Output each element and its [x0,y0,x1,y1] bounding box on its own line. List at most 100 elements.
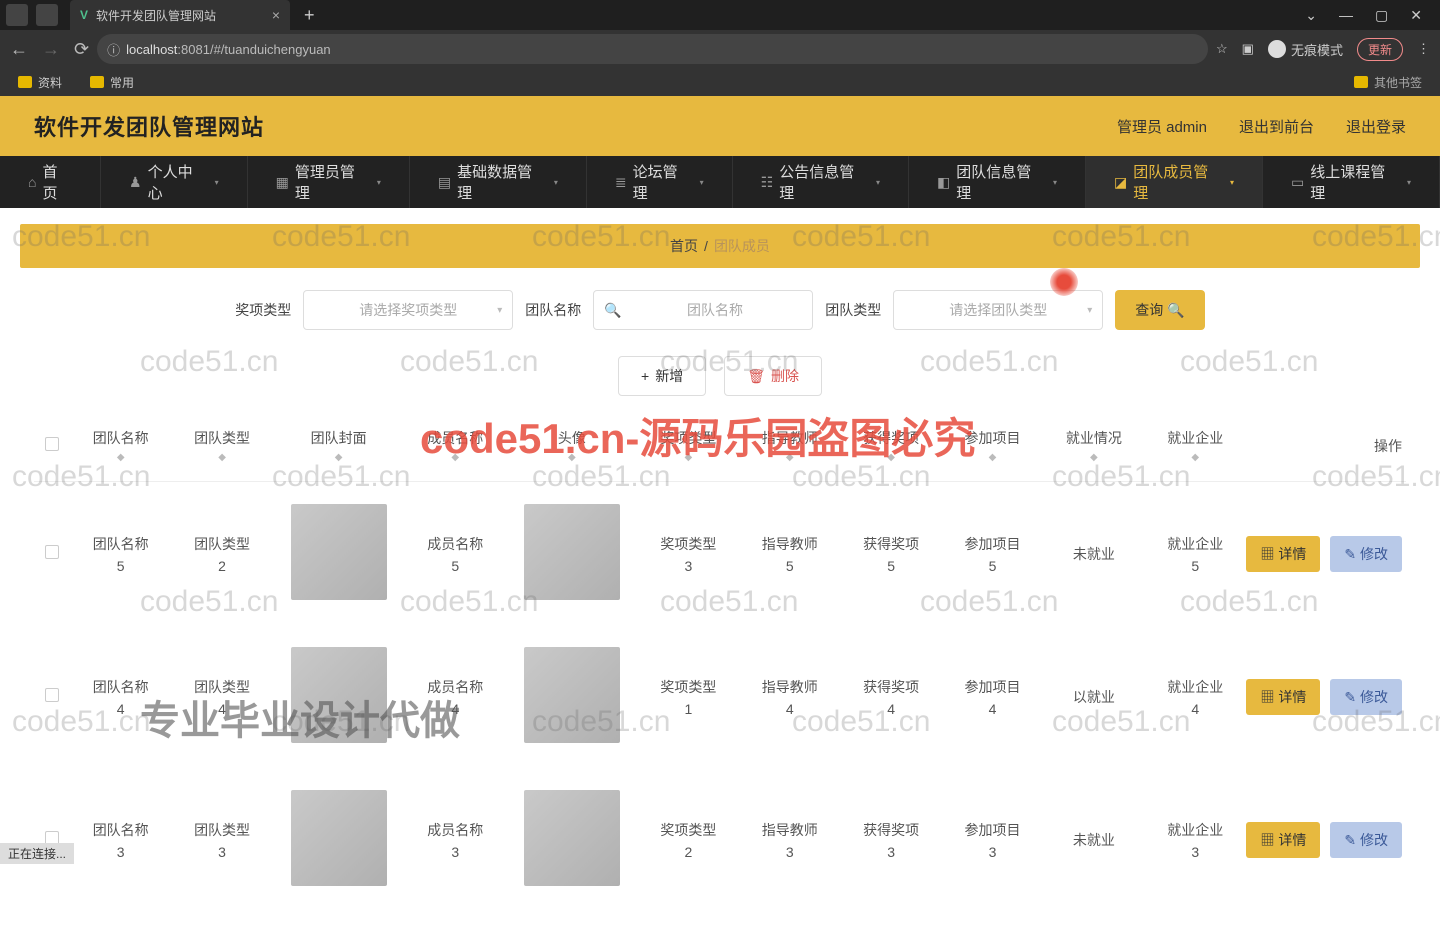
search-icon: 🔍 [604,302,621,319]
forward-icon[interactable]: → [42,39,60,60]
sort-icon[interactable]: ◆ [786,452,794,463]
select-award-type[interactable]: 请选择奖项类型▾ [303,290,513,330]
sort-icon[interactable]: ◆ [887,452,895,463]
admin-icon: ▦ [276,174,289,191]
site-info-icon[interactable]: ⓘ [107,40,120,59]
row-checkbox[interactable] [45,688,59,702]
cursor-highlight [1050,268,1078,296]
caret-icon: ▾ [700,178,704,187]
sort-icon[interactable]: ◆ [1090,452,1098,463]
close-window-icon[interactable]: ✕ [1410,7,1422,24]
bookmark-folder[interactable]: 资料 [18,74,62,91]
user-icon: ♟ [129,174,142,191]
edit-button[interactable]: ✎ 修改 [1330,536,1402,572]
back-icon[interactable]: ← [10,39,28,60]
breadcrumb: 首页 / 团队成员 [20,224,1420,268]
update-button[interactable]: 更新 [1357,38,1403,61]
filter-bar: 奖项类型 请选择奖项类型▾ 团队名称 🔍团队名称 团队类型 请选择团队类型▾ 查… [0,284,1440,342]
folder-icon [90,76,104,88]
folder-icon [1354,76,1368,88]
filter-label-award: 奖项类型 [235,300,291,320]
filter-label-team: 团队名称 [525,300,581,320]
chevron-down-icon: ▾ [1087,305,1092,316]
team-icon: ◧ [937,174,950,191]
nav-course[interactable]: ▭线上课程管理▾ [1263,156,1440,208]
team-cover-thumb [291,647,387,743]
star-icon[interactable]: ☆ [1216,41,1228,57]
avatar-thumb [524,504,620,600]
nav-announce[interactable]: ☷公告信息管理▾ [733,156,909,208]
sort-icon[interactable]: ◆ [568,452,576,463]
sort-icon[interactable]: ◆ [218,452,226,463]
minimize-icon[interactable]: — [1339,7,1353,24]
search-icon: 🔍 [1167,302,1184,319]
caret-icon: ▾ [876,178,880,187]
detail-button[interactable]: ▦ 详情 [1246,679,1320,715]
nav-admin[interactable]: ▦管理员管理▾ [248,156,410,208]
top-nav: ⌂首页 ♟个人中心▾ ▦管理员管理▾ ▤基础数据管理▾ ≣论坛管理▾ ☷公告信息… [0,156,1440,208]
caret-icon: ▾ [1053,178,1057,187]
nav-teaminfo[interactable]: ◧团队信息管理▾ [909,156,1086,208]
member-icon: ◪ [1114,174,1127,191]
chevron-down-icon[interactable]: ⌄ [1305,7,1317,24]
edit-button[interactable]: ✎ 修改 [1330,679,1402,715]
site-header: 软件开发团队管理网站 管理员 admin 退出到前台 退出登录 [0,96,1440,156]
checkbox-all[interactable] [45,437,59,451]
input-team-name[interactable]: 🔍团队名称 [593,290,813,330]
detail-button[interactable]: ▦ 详情 [1246,536,1320,572]
sort-icon[interactable]: ◆ [989,452,997,463]
trash-icon: 🗑 [747,368,765,385]
plus-icon: + [641,368,649,384]
crumb-sep: / [704,238,708,254]
nav-basedata[interactable]: ▤基础数据管理▾ [410,156,587,208]
new-tab-button[interactable]: + [304,5,315,26]
detail-button[interactable]: ▦ 详情 [1246,822,1320,858]
home-icon: ⌂ [28,174,36,190]
forum-icon: ≣ [615,174,627,191]
panel-icon[interactable]: ▣ [1242,41,1254,57]
nav-profile[interactable]: ♟个人中心▾ [101,156,248,208]
browser-tab[interactable]: V 软件开发团队管理网站 × [70,0,290,30]
other-bookmarks[interactable]: 其他书签 [1354,74,1422,91]
delete-button[interactable]: 🗑删除 [724,356,822,396]
caret-icon: ▾ [215,178,219,187]
caret-icon: ▾ [1407,178,1411,187]
query-button[interactable]: 查询🔍 [1115,290,1204,330]
reload-icon[interactable]: ⟳ [74,39,89,60]
sort-icon[interactable]: ◆ [117,452,125,463]
url-bar[interactable]: ⓘ localhost :8081/#/tuanduichengyuan [97,34,1208,64]
nav-teammember[interactable]: ◪团队成员管理▾ [1086,156,1263,208]
team-cover-thumb [291,790,387,886]
sort-icon[interactable]: ◆ [335,452,343,463]
url-host: localhost [126,42,177,57]
table-row: 团队名称3团队类型3成员名称3奖项类型2指导教师3获得奖项3参加项目3未就业就业… [34,768,1406,911]
avatar-thumb [524,790,620,886]
nav-forum[interactable]: ≣论坛管理▾ [587,156,733,208]
chevron-down-icon: ▾ [497,305,502,316]
select-team-type[interactable]: 请选择团队类型▾ [893,290,1103,330]
add-button[interactable]: +新增 [618,356,706,396]
folder-icon [18,76,32,88]
sort-icon[interactable]: ◆ [451,452,459,463]
logout-link[interactable]: 退出登录 [1346,116,1406,137]
menu-icon[interactable]: ⋮ [1417,41,1430,57]
nav-home[interactable]: ⌂首页 [0,156,101,208]
sort-icon[interactable]: ◆ [1191,452,1199,463]
close-tab-icon[interactable]: × [272,7,280,23]
maximize-icon[interactable]: ▢ [1375,7,1388,24]
edit-button[interactable]: ✎ 修改 [1330,822,1402,858]
grid-icon: ▤ [438,174,451,191]
caret-icon: ▾ [377,178,381,187]
back-to-front-link[interactable]: 退出到前台 [1239,116,1314,137]
table-header: 团队名称◆ 团队类型◆ 团队封面◆ 成员名称◆ 头像◆ 奖项类型◆ 指导教师◆ … [34,410,1406,482]
statusbar: 正在连接... [0,843,74,864]
action-bar: +新增 🗑删除 [0,342,1440,410]
crumb-home[interactable]: 首页 [670,236,698,256]
bookmark-folder[interactable]: 常用 [90,74,134,91]
user-label[interactable]: 管理员 admin [1117,116,1207,137]
sort-icon[interactable]: ◆ [685,452,693,463]
row-checkbox[interactable] [45,545,59,559]
caret-icon: ▾ [1230,178,1234,187]
table-row: 团队名称5团队类型2成员名称5奖项类型3指导教师5获得奖项5参加项目5未就业就业… [34,482,1406,625]
incognito-icon [1268,40,1286,58]
